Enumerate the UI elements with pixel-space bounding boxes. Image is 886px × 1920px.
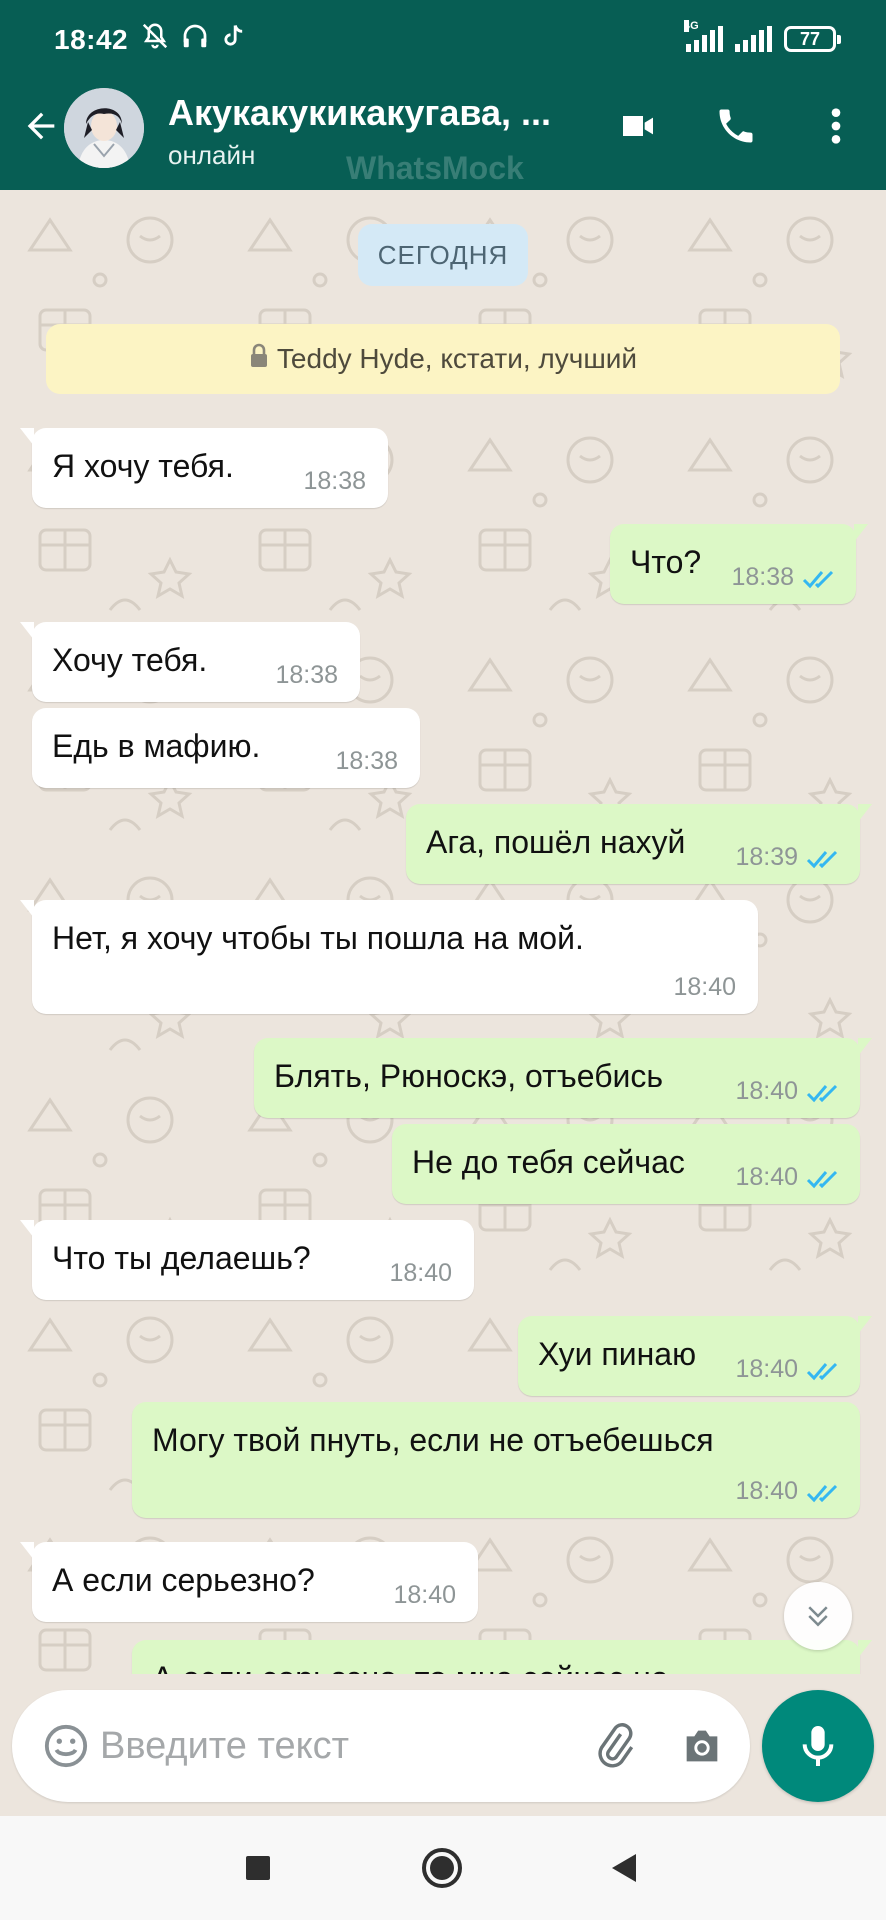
lock-icon bbox=[249, 343, 269, 376]
more-vert-icon bbox=[831, 108, 841, 144]
message-incoming[interactable]: Едь в мафию. 18:38 bbox=[32, 708, 420, 788]
message-text: Что? bbox=[630, 544, 702, 580]
status-time: 18:42 bbox=[54, 24, 129, 55]
contact-avatar[interactable] bbox=[64, 88, 144, 168]
recents-button[interactable] bbox=[234, 1844, 282, 1892]
message-outgoing[interactable]: А если серьезно, то мне сейчас не bbox=[132, 1640, 872, 1674]
more-options-button[interactable] bbox=[816, 96, 856, 156]
read-receipt-icon bbox=[802, 570, 834, 589]
message-text: Не до тебя сейчас bbox=[412, 1144, 685, 1180]
chat-area[interactable]: СЕГОДНЯ Teddy Hyde, кстати, лучший Я хоч… bbox=[0, 190, 886, 1674]
contact-name[interactable]: Акукакукикакугава, ... bbox=[168, 92, 568, 134]
chat-header: Акукакукикакугава, ... онлайн WhatsMock bbox=[0, 64, 886, 190]
message-outgoing[interactable]: Что? 18:38 bbox=[610, 524, 868, 604]
message-text: А если серьезно? bbox=[52, 1562, 315, 1598]
message-time: 18:40 bbox=[673, 973, 736, 1001]
message-text: Нет, я хочу чтобы ты пошла на мой. bbox=[52, 920, 584, 956]
message-text: А если серьезно, то мне сейчас не bbox=[152, 1660, 669, 1674]
watermark: WhatsMock bbox=[346, 150, 524, 186]
message-time: 18:40 bbox=[735, 1355, 798, 1383]
back-nav-button[interactable] bbox=[600, 1844, 648, 1892]
message-time: 18:38 bbox=[275, 661, 338, 689]
message-text: Хочу тебя. bbox=[52, 642, 208, 678]
headphones-icon bbox=[180, 21, 210, 56]
message-time: 18:40 bbox=[735, 1477, 798, 1505]
back-arrow-icon bbox=[27, 112, 55, 140]
battery-level: 77 bbox=[799, 28, 821, 49]
message-incoming[interactable]: Что ты делаешь? 18:40 bbox=[20, 1220, 474, 1300]
message-time: 18:40 bbox=[393, 1581, 456, 1609]
message-time: 18:40 bbox=[389, 1259, 452, 1287]
emoji-button[interactable] bbox=[36, 1716, 96, 1776]
read-receipt-icon bbox=[806, 1170, 838, 1189]
camera-button[interactable] bbox=[672, 1716, 732, 1776]
video-call-button[interactable] bbox=[610, 96, 666, 156]
signal-4g-icon: 4G bbox=[684, 20, 723, 52]
message-input[interactable] bbox=[100, 1720, 480, 1772]
phone-icon bbox=[719, 109, 753, 143]
mute-icon bbox=[140, 21, 170, 56]
circle-icon bbox=[422, 1848, 462, 1888]
message-text: Я хочу тебя. bbox=[52, 448, 234, 484]
message-outgoing[interactable]: Не до тебя сейчас 18:40 bbox=[392, 1124, 860, 1204]
message-time: 18:40 bbox=[735, 1163, 798, 1191]
battery-icon: 77 bbox=[784, 26, 841, 52]
message-text: Едь в мафию. bbox=[52, 728, 261, 764]
signal-icon bbox=[735, 26, 772, 52]
status-system-icons: 4G 77 bbox=[684, 20, 841, 56]
status-bar: 18:42 4G 77 bbox=[0, 0, 886, 64]
message-text: Могу твой пнуть, если не отъебешься bbox=[152, 1422, 714, 1458]
message-incoming[interactable]: А если серьезно? 18:40 bbox=[20, 1542, 478, 1622]
notice-text: Teddy Hyde, кстати, лучший bbox=[276, 343, 638, 374]
message-incoming[interactable]: Хочу тебя. 18:38 bbox=[20, 622, 360, 702]
scroll-to-bottom-button[interactable] bbox=[784, 1582, 852, 1650]
message-time: 18:38 bbox=[303, 467, 366, 495]
double-chevron-down-icon bbox=[808, 1606, 828, 1627]
home-button[interactable] bbox=[418, 1844, 466, 1892]
system-navigation-bar bbox=[0, 1816, 886, 1920]
paperclip-icon bbox=[598, 1723, 634, 1768]
tiktok-icon bbox=[220, 21, 248, 56]
message-outgoing[interactable]: Хуи пинаю 18:40 bbox=[518, 1316, 872, 1396]
message-text: Что ты делаешь? bbox=[52, 1240, 311, 1276]
read-receipt-icon bbox=[806, 850, 838, 869]
emoji-icon bbox=[44, 1724, 88, 1768]
message-text: Блять, Рюноскэ, отъебись bbox=[274, 1058, 664, 1094]
attach-button[interactable] bbox=[584, 1716, 644, 1776]
voice-message-button[interactable] bbox=[762, 1690, 874, 1802]
back-button[interactable] bbox=[14, 96, 68, 156]
video-call-icon bbox=[623, 116, 653, 136]
read-receipt-icon bbox=[806, 1484, 838, 1503]
read-receipt-icon bbox=[806, 1084, 838, 1103]
message-incoming[interactable]: Нет, я хочу чтобы ты пошла на мой. 18:40 bbox=[20, 900, 758, 1014]
date-chip: СЕГОДНЯ bbox=[358, 224, 528, 286]
encryption-notice[interactable]: Teddy Hyde, кстати, лучший bbox=[46, 324, 840, 394]
message-time: 18:38 bbox=[335, 747, 398, 775]
message-incoming[interactable]: Я хочу тебя. 18:38 bbox=[20, 428, 388, 508]
network-tag: 4G bbox=[684, 20, 699, 32]
triangle-back-icon bbox=[612, 1854, 636, 1882]
message-text: Хуи пинаю bbox=[538, 1336, 697, 1372]
message-outgoing[interactable]: Блять, Рюноскэ, отъебись 18:40 bbox=[254, 1038, 872, 1118]
voice-call-button[interactable] bbox=[708, 96, 764, 156]
read-receipt-icon bbox=[806, 1362, 838, 1381]
message-outgoing[interactable]: Ага, пошёл нахуй 18:39 bbox=[406, 804, 872, 884]
camera-icon bbox=[686, 1730, 718, 1762]
microphone-icon bbox=[802, 1726, 834, 1766]
message-text: Ага, пошёл нахуй bbox=[426, 824, 686, 860]
message-time: 18:40 bbox=[735, 1077, 798, 1105]
square-icon bbox=[246, 1856, 270, 1880]
contact-status: онлайн bbox=[168, 140, 256, 170]
message-outgoing[interactable]: Могу твой пнуть, если не отъебешься 18:4… bbox=[132, 1402, 860, 1518]
message-time: 18:38 bbox=[731, 563, 794, 591]
message-time: 18:39 bbox=[735, 843, 798, 871]
message-composer bbox=[12, 1690, 750, 1802]
status-notification-icons bbox=[140, 22, 248, 54]
